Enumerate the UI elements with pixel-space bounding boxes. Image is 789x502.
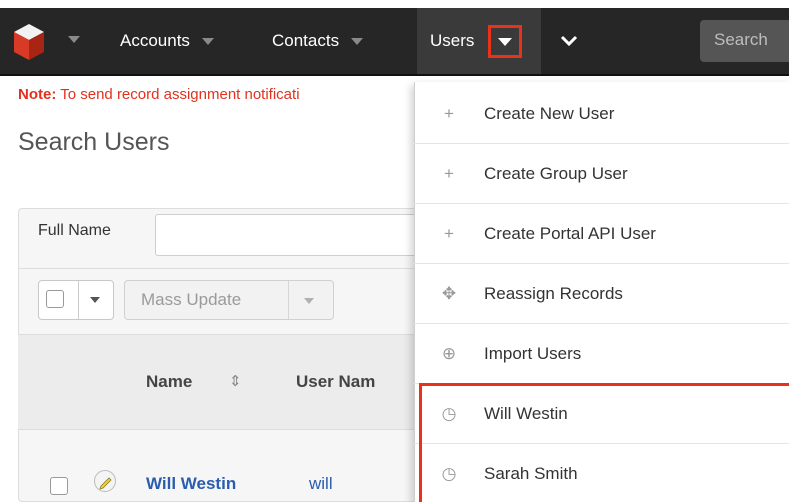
nav-tab-contacts-label: Contacts bbox=[272, 31, 340, 50]
menu-item-import-users[interactable]: ⊕ Import Users bbox=[414, 324, 789, 384]
full-name-label: Full Name bbox=[38, 222, 111, 239]
column-header-name[interactable]: Name bbox=[146, 372, 192, 392]
note-text: To send record assignment notificati bbox=[60, 86, 300, 103]
navbar: Accounts Contacts Users Search bbox=[0, 8, 789, 76]
full-name-input[interactable] bbox=[155, 214, 435, 256]
chevron-down-icon[interactable] bbox=[201, 37, 214, 45]
menu-item-label: Import Users bbox=[484, 343, 582, 363]
note-prefix: Note: bbox=[18, 86, 57, 103]
menu-item-label: Create Group User bbox=[484, 163, 628, 183]
chevron-down-icon[interactable] bbox=[351, 37, 364, 45]
caret-down-icon[interactable] bbox=[304, 298, 314, 304]
logo-menu-caret-icon[interactable] bbox=[68, 36, 80, 43]
nav-tab-users-label: Users bbox=[430, 31, 475, 50]
row-name-link[interactable]: Will Westin bbox=[146, 474, 236, 494]
caret-down-icon bbox=[498, 37, 512, 46]
nav-tab-users[interactable]: Users bbox=[417, 8, 541, 74]
plus-icon: + bbox=[444, 163, 454, 183]
sort-icon[interactable]: ⇕ bbox=[229, 372, 242, 390]
row-checkbox[interactable] bbox=[50, 477, 68, 495]
divider bbox=[78, 281, 79, 319]
users-menu-toggle-button[interactable] bbox=[488, 25, 522, 58]
plus-icon: + bbox=[444, 223, 454, 243]
divider bbox=[288, 281, 289, 319]
move-arrows-icon: ✥ bbox=[441, 283, 457, 303]
mass-update-label: Mass Update bbox=[141, 290, 242, 309]
divider bbox=[18, 268, 438, 269]
menu-item-label: Create Portal API User bbox=[484, 223, 656, 243]
nav-tab-accounts-label: Accounts bbox=[120, 31, 190, 50]
menu-item-reassign-records[interactable]: ✥ Reassign Records bbox=[414, 264, 789, 324]
top-strip bbox=[0, 0, 789, 8]
menu-item-label: Create New User bbox=[484, 103, 615, 123]
nav-tab-accounts[interactable]: Accounts bbox=[120, 8, 214, 74]
more-tabs-chevron-icon[interactable] bbox=[554, 28, 584, 54]
plus-icon: + bbox=[444, 103, 454, 123]
select-all-checkbox[interactable] bbox=[46, 290, 64, 308]
menu-item-create-portal-api-user[interactable]: + Create Portal API User bbox=[414, 204, 789, 264]
menu-item-label: Reassign Records bbox=[484, 283, 623, 303]
edit-pencil-icon[interactable] bbox=[94, 470, 116, 492]
search-placeholder: Search bbox=[714, 30, 768, 49]
row-user-name-link[interactable]: will bbox=[309, 474, 333, 494]
menu-item-create-new-user[interactable]: + Create New User bbox=[414, 84, 789, 144]
global-search-input[interactable]: Search bbox=[700, 20, 789, 62]
recently-viewed-highlight bbox=[419, 383, 789, 502]
caret-down-icon[interactable] bbox=[90, 297, 100, 303]
import-icon: ⊕ bbox=[441, 343, 457, 363]
page-title: Search Users bbox=[18, 128, 170, 156]
column-header-user-name[interactable]: User Nam bbox=[296, 372, 375, 392]
logo-cube-icon[interactable] bbox=[12, 22, 46, 62]
notification-note: Note: To send record assignment notifica… bbox=[18, 86, 300, 103]
nav-tab-contacts[interactable]: Contacts bbox=[272, 8, 364, 74]
chevron-down-icon bbox=[560, 35, 578, 47]
menu-item-create-group-user[interactable]: + Create Group User bbox=[414, 144, 789, 204]
